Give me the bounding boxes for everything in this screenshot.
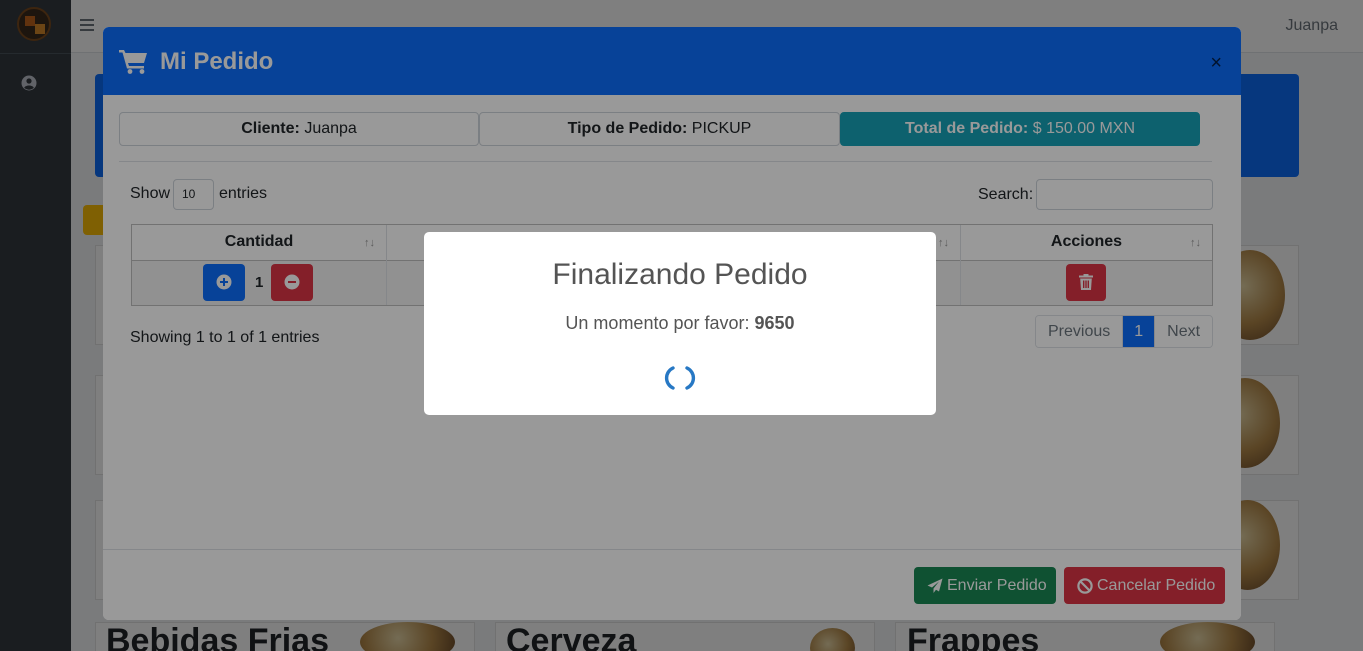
order-code: 9650 bbox=[754, 313, 795, 333]
loading-spinner bbox=[664, 366, 696, 390]
popup-message: Un momento por favor: bbox=[565, 313, 750, 333]
popup-title: Finalizando Pedido bbox=[552, 258, 808, 291]
popup-text: Un momento por favor: 9650 bbox=[424, 313, 936, 334]
loading-popup: Finalizando Pedido Un momento por favor:… bbox=[424, 232, 936, 415]
